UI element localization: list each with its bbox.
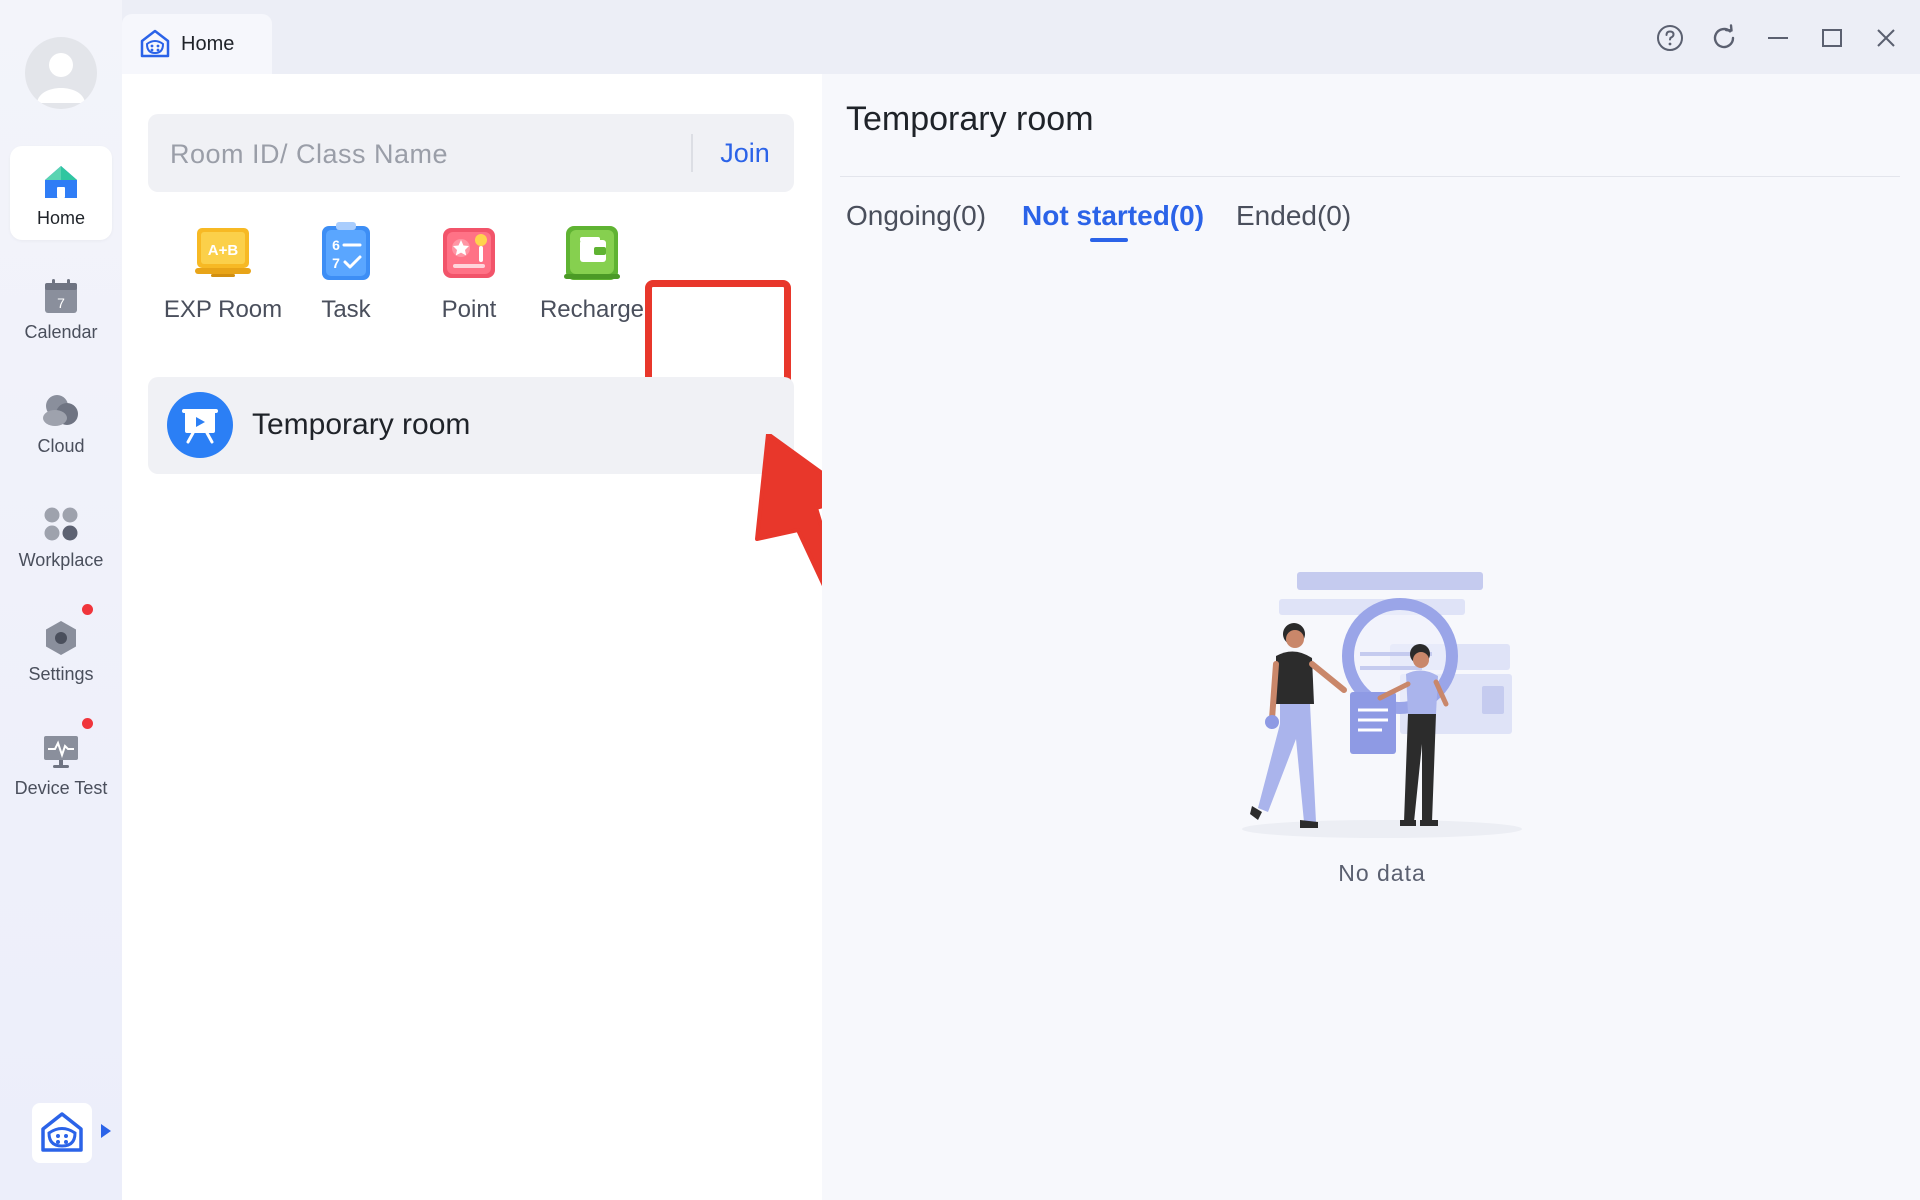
quick-action-point[interactable]: Point (408, 220, 530, 348)
close-icon[interactable] (1870, 22, 1902, 54)
presentation-icon (167, 392, 233, 458)
sidebar-item-settings[interactable]: Settings (10, 602, 112, 696)
exp-room-icon: A+B (195, 228, 251, 277)
refresh-icon[interactable] (1708, 22, 1740, 54)
calendar-icon: 7 (41, 276, 81, 316)
sidebar-item-device-test[interactable]: Device Test (10, 716, 112, 810)
quick-action-label: Recharge (539, 296, 645, 323)
left-panel: Join A+B EXP Room 6 7 Task (122, 74, 857, 1200)
tab-label: Home (181, 32, 235, 55)
settings-notification-badge (82, 604, 93, 615)
window-controls (1654, 22, 1902, 54)
recharge-icon (564, 226, 620, 280)
sidebar-item-label: Settings (28, 664, 94, 684)
quick-action-label: Task (321, 296, 371, 323)
sidebar-item-home[interactable]: Home (10, 146, 112, 240)
sidebar-item-label: Home (36, 208, 85, 228)
search-divider (691, 134, 693, 172)
sidebar-item-calendar[interactable]: 7 Calendar (10, 260, 112, 354)
task-icon: 6 7 (322, 222, 370, 280)
user-avatar[interactable] (25, 37, 97, 109)
quick-action-exp-room[interactable]: A+B EXP Room (162, 220, 284, 348)
calendar-day-number: 7 (57, 295, 65, 311)
quick-action-task[interactable]: 6 7 Task (285, 220, 407, 348)
device-test-icon (41, 732, 81, 772)
sidebar-item-workplace[interactable]: Workplace (10, 488, 112, 582)
active-tab-indicator (1090, 238, 1128, 242)
device-test-notification-badge (82, 718, 93, 729)
tab-ongoing[interactable]: Ongoing(0) (846, 200, 986, 232)
page-title: Temporary room (846, 100, 1094, 138)
app-logo-icon (41, 1112, 83, 1152)
cloud-icon (41, 390, 81, 430)
sidebar-item-label: Calendar (24, 322, 98, 342)
sidebar: Home 7 Calendar Cloud Workplace Settings… (0, 0, 123, 1200)
exp-room-icon-text: A+B (208, 242, 239, 259)
sidebar-item-label: Device Test (14, 778, 108, 798)
home-icon (41, 162, 81, 202)
room-search-bar: Join (148, 114, 794, 194)
quick-action-label: Point (441, 296, 497, 323)
point-icon (443, 228, 495, 278)
sidebar-item-cloud[interactable]: Cloud (10, 374, 112, 468)
sidebar-expand-arrow-icon[interactable] (101, 1124, 111, 1138)
room-id-input[interactable] (168, 114, 672, 194)
grid-icon (41, 504, 81, 544)
tab-ended[interactable]: Ended(0) (1236, 200, 1351, 232)
temporary-room-card[interactable]: Temporary room (148, 377, 794, 474)
avatar-placeholder-icon (37, 53, 85, 103)
svg-text:6: 6 (332, 237, 340, 253)
maximize-icon[interactable] (1816, 22, 1848, 54)
title-divider (840, 176, 1900, 177)
sidebar-item-label: Workplace (18, 550, 104, 570)
settings-icon (41, 618, 81, 658)
temporary-room-label: Temporary room (252, 408, 471, 441)
help-icon[interactable] (1654, 22, 1686, 54)
right-panel: Temporary room Ongoing(0) Not started(0)… (822, 74, 1920, 1200)
sidebar-item-label: Cloud (37, 436, 85, 456)
tab-home[interactable]: Home (122, 14, 272, 74)
empty-state-text: No data (1338, 860, 1426, 886)
svg-text:7: 7 (332, 255, 340, 271)
minimize-icon[interactable] (1762, 22, 1794, 54)
join-button[interactable]: Join (696, 114, 794, 192)
tab-not-started[interactable]: Not started(0) (1022, 200, 1204, 232)
quick-action-label: EXP Room (163, 296, 283, 323)
app-logo-button[interactable] (32, 1103, 92, 1163)
home-tab-logo-icon (140, 29, 170, 58)
no-data-illustration-icon (1242, 572, 1522, 838)
quick-action-recharge[interactable]: Recharge (531, 220, 653, 348)
title-bar: Home (122, 0, 1920, 74)
